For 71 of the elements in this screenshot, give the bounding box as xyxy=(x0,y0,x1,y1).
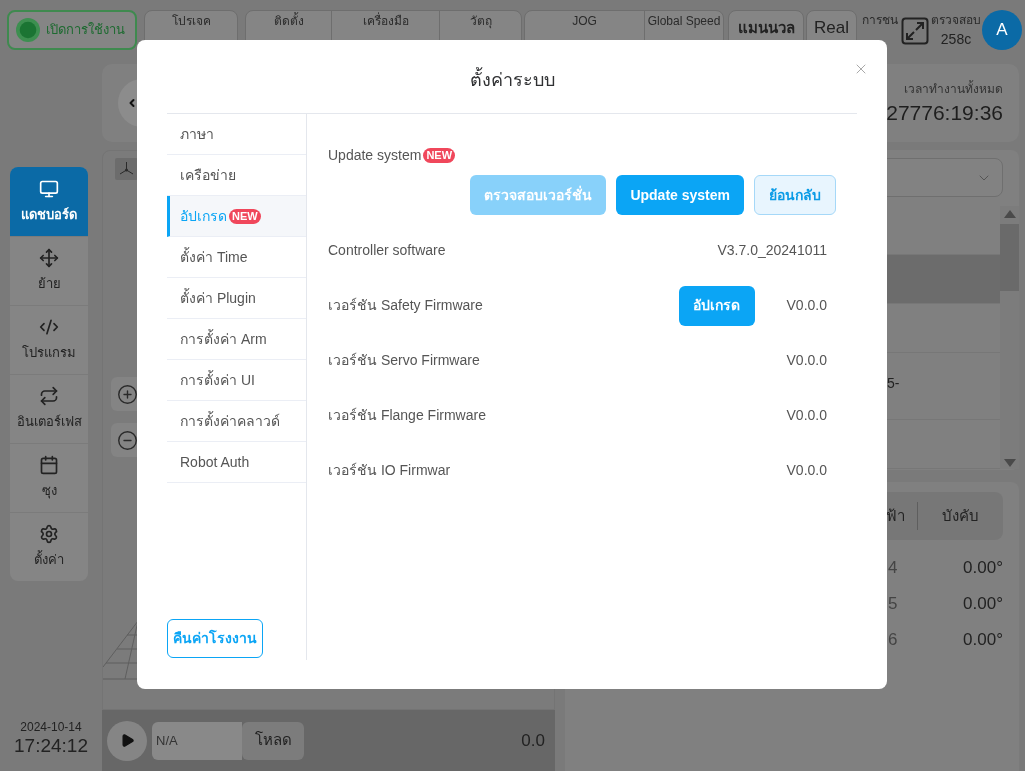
version-label: Controller software xyxy=(328,241,447,260)
move-arrows-icon xyxy=(39,248,59,269)
action-button[interactable]: Update system xyxy=(616,175,744,215)
new-badge: NEW xyxy=(423,147,456,163)
settings-menu-item[interactable]: ภาษา xyxy=(167,114,306,155)
scroll-down-icon[interactable] xyxy=(1003,459,1016,467)
action-button[interactable]: ย้อนกลับ xyxy=(754,175,836,215)
factory-reset-button[interactable]: คืนค่าโรงงาน xyxy=(167,619,263,658)
new-badge: NEW xyxy=(229,208,261,224)
zoom-in-icon xyxy=(117,383,138,405)
settings-menu-item[interactable]: ตั้งค่า Time xyxy=(167,237,306,278)
user-avatar[interactable]: A xyxy=(982,10,1022,50)
inspection-label: ตรวจสอบ xyxy=(931,13,981,27)
tab[interactable]: บังคับ xyxy=(918,498,1003,534)
play-button[interactable] xyxy=(107,720,147,761)
setup-label: เครื่องมือ xyxy=(362,14,409,28)
speed-label: JOG xyxy=(572,14,597,28)
settings-icon xyxy=(39,524,59,545)
version-value: V0.0.0 xyxy=(786,461,827,480)
joint-angle: 0.00° xyxy=(963,557,1003,580)
nav-item[interactable]: ย้าย xyxy=(10,236,88,305)
version-label: เวอร์ชัน Servo Firmware xyxy=(328,351,481,370)
version-value: V0.0.0 xyxy=(786,351,827,370)
speed-reading: 0.0 xyxy=(521,729,545,752)
speed-label: Global Speed xyxy=(647,14,721,28)
settings-menu-item[interactable]: การตั้งค่าคลาวด์ xyxy=(167,401,306,442)
nav-item[interactable]: ซุง xyxy=(10,443,88,512)
version-value: V0.0.0 xyxy=(786,406,827,425)
version-value: V3.7.0_20241011 xyxy=(717,241,827,260)
setup-label: ติดตั้ง xyxy=(273,14,304,28)
settings-menu-item[interactable]: อัปเกรด NEW xyxy=(167,196,306,237)
date-text: 2024-10-14 xyxy=(20,720,82,735)
settings-menu-item[interactable]: ตั้งค่า Plugin xyxy=(167,278,306,319)
nav-item[interactable]: ตั้งค่า xyxy=(10,512,88,581)
collision-label: การชน xyxy=(862,13,898,27)
axes-icon[interactable] xyxy=(115,158,138,180)
expand-icon[interactable] xyxy=(901,17,929,45)
dialog-title: ตั้งค่าระบบ xyxy=(137,69,887,91)
settings-menu-item[interactable]: การตั้งค่า Arm xyxy=(167,319,306,360)
version-label: เวอร์ชัน IO Firmwar xyxy=(328,461,452,480)
upgrade-button[interactable]: อัปเกรด xyxy=(678,285,755,326)
version-label: เวอร์ชัน Flange Firmware xyxy=(328,406,487,425)
joint-angle: 0.00° xyxy=(963,629,1003,652)
settings-menu-item[interactable]: การตั้งค่า UI xyxy=(167,360,306,401)
joint-label: 6 xyxy=(888,629,898,652)
row-text: 5- xyxy=(887,375,900,391)
monitor-icon xyxy=(39,178,59,199)
version-label: เวอร์ชัน Safety Firmware xyxy=(328,296,484,315)
runtime-value: 27776:19:36 xyxy=(886,101,1003,125)
project-label: โปรเจค xyxy=(171,14,211,28)
joint-angle: 0.00° xyxy=(963,593,1003,616)
load-button[interactable]: โหลด xyxy=(242,721,304,760)
program-field[interactable]: N/A xyxy=(152,721,242,760)
nav-item[interactable]: อินเตอร์เฟส xyxy=(10,374,88,443)
nav-item[interactable]: โปรแกรม xyxy=(10,305,88,374)
calendar-icon xyxy=(39,455,59,476)
settings-menu-item[interactable]: Robot Auth xyxy=(167,442,306,483)
repeat-arrows-icon xyxy=(39,386,59,407)
runtime-label: เวลาทำงานทั้งหมด xyxy=(904,81,1003,97)
time-text: 17:24:12 xyxy=(14,735,88,757)
joint-label: 5 xyxy=(888,593,898,616)
joint-label: 4 xyxy=(888,557,898,580)
scroll-up-icon[interactable] xyxy=(1003,210,1016,218)
section-title: Update system xyxy=(328,146,422,164)
version-value: V0.0.0 xyxy=(786,296,827,315)
setup-label: วัตถุ xyxy=(469,14,492,28)
tab[interactable]: ฟ้า xyxy=(886,498,917,534)
inspection-value: 258c xyxy=(940,31,972,47)
play-icon xyxy=(119,733,135,748)
zoom-out-icon xyxy=(117,429,138,451)
nav-item[interactable]: แดชบอร์ด xyxy=(10,167,88,236)
